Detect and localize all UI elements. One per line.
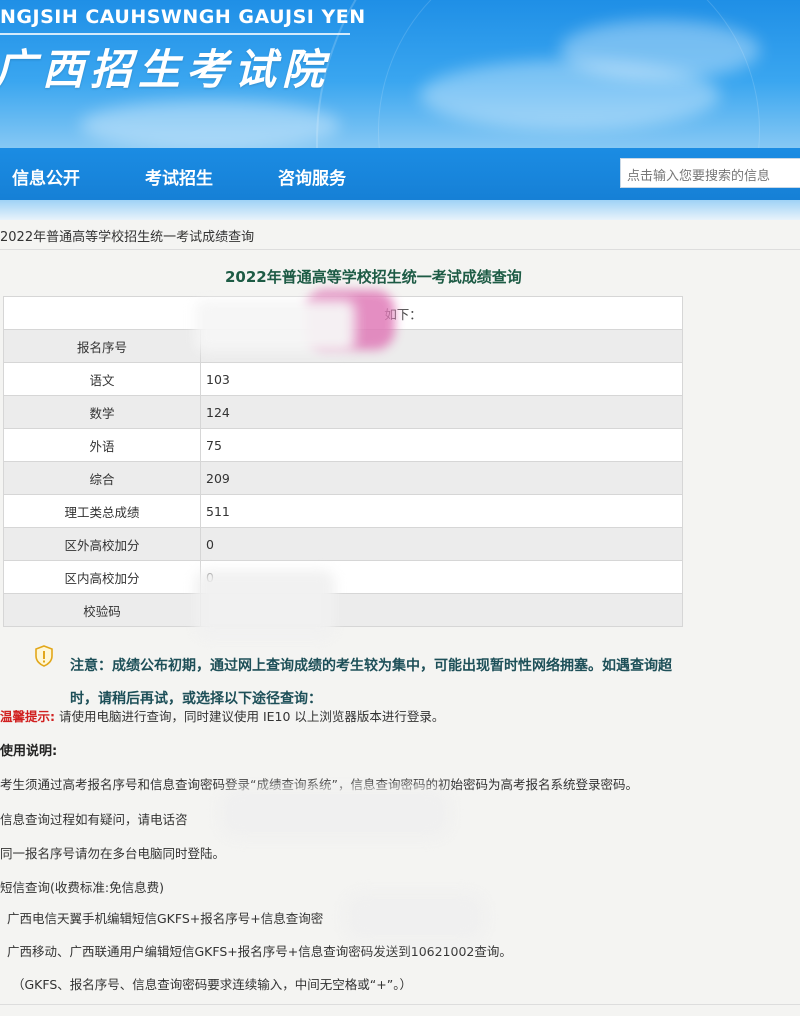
usage-line: （GKFS、报名序号、信息查询密码要求连续输入，中间无空格或“+”。） — [12, 977, 412, 992]
row-value: 75 — [200, 428, 683, 462]
table-row: 校验码 — [3, 593, 683, 627]
table-row: 数学 124 — [3, 395, 683, 429]
row-label: 报名序号 — [3, 329, 201, 363]
site-subtitle: NGJSIH CAUHSWNGH GAUJSI YEN — [0, 6, 366, 28]
usage-title: 使用说明: — [0, 744, 58, 759]
usage-line: 信息查询过程如有疑问，请电话咨 — [0, 812, 188, 827]
row-value: 209 — [200, 461, 683, 495]
row-label: 校验码 — [3, 593, 201, 627]
page-title: 2022年普通高等学校招生统一考试成绩查询 — [225, 268, 522, 286]
site-banner: NGJSIH CAUHSWNGH GAUJSI YEN 广西招生考试院 — [0, 0, 800, 148]
privacy-blur — [195, 300, 355, 352]
privacy-blur — [345, 893, 485, 941]
row-value: 0 — [200, 527, 683, 561]
tip-label: 温馨提示: — [0, 709, 55, 724]
search-input[interactable]: 点击输入您要搜索的信息 — [620, 158, 800, 188]
site-title[interactable]: 广西招生考试院 — [0, 36, 330, 97]
nav-item-exam-enrollment[interactable]: 考试招生 — [145, 164, 213, 189]
row-value: 511 — [200, 494, 683, 528]
table-row: 区外高校加分 0 — [3, 527, 683, 561]
usage-line: 同一报名序号请勿在多台电脑同时登陆。 — [0, 846, 226, 861]
breadcrumb-divider — [0, 249, 800, 250]
nav-shadow-strip — [0, 200, 800, 220]
footer-divider — [0, 1004, 800, 1005]
table-row: 区内高校加分 0 — [3, 560, 683, 594]
tip-line: 温馨提示: 请使用电脑进行查询，同时建议使用 IE10 以上浏览器版本进行登录。 — [0, 706, 444, 725]
subtitle-divider — [0, 33, 350, 35]
warning-shield-icon — [35, 645, 53, 667]
row-label: 区外高校加分 — [3, 527, 201, 561]
row-label: 区内高校加分 — [3, 560, 201, 594]
row-value: 124 — [200, 395, 683, 429]
row-label: 综合 — [3, 461, 201, 495]
table-row: 语文 103 — [3, 362, 683, 396]
table-row: 外语 75 — [3, 428, 683, 462]
row-label: 理工类总成绩 — [3, 494, 201, 528]
nav-item-info-public[interactable]: 信息公开 — [12, 164, 80, 189]
privacy-blur — [220, 788, 450, 838]
table-row: 综合 209 — [3, 461, 683, 495]
breadcrumb: 2022年普通高等学校招生统一考试成绩查询 — [0, 230, 255, 245]
row-label: 语文 — [3, 362, 201, 396]
table-row: 理工类总成绩 511 — [3, 494, 683, 528]
row-value: 103 — [200, 362, 683, 396]
privacy-blur — [195, 570, 335, 638]
tip-text: 请使用电脑进行查询，同时建议使用 IE10 以上浏览器版本进行登录。 — [58, 709, 445, 724]
usage-line: 短信查询(收费标准:免信息费) — [0, 880, 164, 895]
usage-line: 广西电信天翼手机编辑短信GKFS+报名序号+信息查询密 — [7, 911, 324, 926]
usage-line: 广西移动、广西联通用户编辑短信GKFS+报名序号+信息查询密码发送到106210… — [7, 944, 512, 959]
nav-item-consult-service[interactable]: 咨询服务 — [278, 164, 346, 189]
row-label: 数学 — [3, 395, 201, 429]
row-label: 外语 — [3, 428, 201, 462]
